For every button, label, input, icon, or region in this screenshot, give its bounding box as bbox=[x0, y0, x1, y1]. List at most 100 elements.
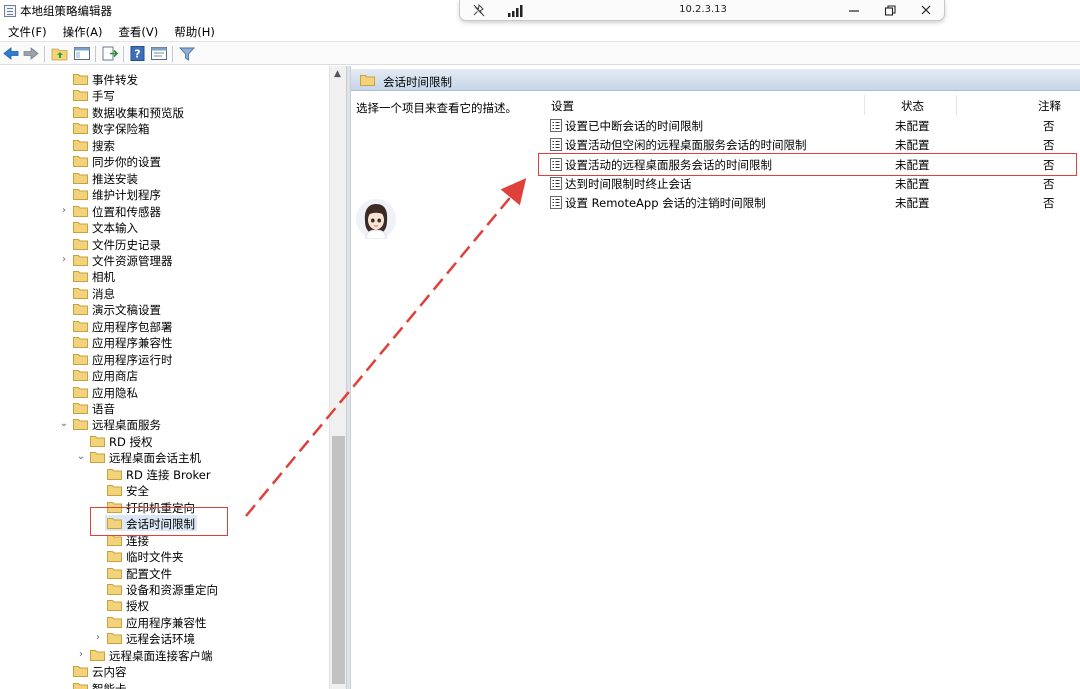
tree-item[interactable]: 授权 bbox=[0, 597, 329, 613]
setting-name: 设置 RemoteApp 会话的注销时间限制 bbox=[565, 196, 766, 211]
tree-item[interactable]: 应用程序兼容性 bbox=[0, 614, 329, 630]
setting-name: 设置活动但空闲的远程桌面服务会话的时间限制 bbox=[565, 138, 807, 153]
scroll-thumb[interactable] bbox=[332, 436, 345, 684]
tree-item[interactable]: 同步你的设置 bbox=[0, 153, 329, 169]
navigation-tree: 事件转发 手写数据收集和预览版 数字保险箱 搜索同步你的设置 推送安装 维护计划程序 › 位置… bbox=[0, 66, 346, 689]
setting-name: 设置已中断会话的时间限制 bbox=[565, 119, 703, 133]
tree-item-label: 远程会话环境 bbox=[126, 632, 195, 647]
folder-icon bbox=[73, 337, 88, 349]
tree-item[interactable]: › 远程会话环境 bbox=[0, 630, 329, 646]
folder-icon bbox=[360, 75, 375, 86]
tree-item[interactable]: 相机 bbox=[0, 268, 329, 284]
tree-item-label: 远程桌面连接客户端 bbox=[109, 648, 213, 663]
tree-item[interactable]: › 文件资源管理器 bbox=[0, 252, 329, 268]
toolbar: ? bbox=[0, 41, 1080, 65]
expand-icon[interactable]: › bbox=[76, 649, 86, 660]
setting-note: 否 bbox=[1043, 138, 1055, 153]
menu-action[interactable]: 操作(A) bbox=[55, 24, 111, 40]
collapse-icon[interactable]: ⌄ bbox=[76, 452, 86, 462]
pin-icon[interactable] bbox=[472, 4, 486, 17]
tree-scrollbar[interactable]: ▲ bbox=[329, 66, 346, 689]
remote-ip-address: 10.2.3.13 bbox=[679, 4, 727, 15]
folder-icon bbox=[73, 189, 88, 201]
setting-row[interactable]: 设置 RemoteApp 会话的注销时间限制 未配置 否 bbox=[537, 193, 1080, 212]
back-icon[interactable] bbox=[2, 45, 20, 62]
tree-item[interactable]: 设备和资源重定向 bbox=[0, 581, 329, 597]
tree-item[interactable]: 消息 bbox=[0, 285, 329, 301]
tree-item[interactable]: 文件历史记录 bbox=[0, 236, 329, 252]
help-icon[interactable]: ? bbox=[129, 45, 147, 62]
folder-icon bbox=[73, 90, 88, 102]
expand-icon[interactable]: › bbox=[93, 633, 103, 643]
up-folder-icon[interactable] bbox=[51, 45, 69, 62]
tree-item[interactable]: 临时文件夹 bbox=[0, 548, 329, 564]
filter-icon[interactable] bbox=[178, 45, 196, 62]
tree-item-label: 数据收集和预览版 bbox=[92, 105, 184, 120]
tree-item[interactable]: 事件转发 bbox=[0, 71, 329, 87]
signal-strength-icon bbox=[508, 5, 523, 17]
tree-item[interactable]: 文本输入 bbox=[0, 219, 329, 235]
tree-item-label: 应用程序兼容性 bbox=[126, 615, 207, 630]
tree-item[interactable]: 云内容 bbox=[0, 663, 329, 679]
expand-icon[interactable]: › bbox=[59, 205, 69, 216]
close-icon[interactable] bbox=[918, 3, 934, 18]
column-header-state[interactable]: 状态 bbox=[901, 98, 924, 114]
tree-item[interactable]: 数据收集和预览版 bbox=[0, 104, 329, 120]
column-header-setting[interactable]: 设置 bbox=[551, 98, 574, 114]
tree-item-label: RD 连接 Broker bbox=[126, 467, 211, 482]
tree-item[interactable]: 手写 bbox=[0, 87, 329, 103]
tree-item[interactable]: 应用商店 bbox=[0, 367, 329, 383]
avatar bbox=[356, 199, 396, 239]
tree-item-label: 应用程序包部署 bbox=[92, 319, 173, 334]
folder-icon bbox=[73, 74, 88, 85]
tree-item[interactable]: 数字保险箱 bbox=[0, 120, 329, 136]
export-list-icon[interactable] bbox=[101, 45, 119, 62]
tree-item[interactable]: 应用程序包部署 bbox=[0, 318, 329, 334]
forward-icon[interactable] bbox=[22, 45, 40, 62]
tree-item[interactable]: 推送安装 bbox=[0, 170, 329, 186]
folder-icon bbox=[73, 287, 88, 299]
tree-item[interactable]: 应用隐私 bbox=[0, 384, 329, 400]
folder-icon bbox=[73, 304, 88, 316]
app-icon bbox=[4, 5, 16, 17]
tree-item[interactable]: 智能卡 bbox=[0, 680, 329, 689]
folder-icon bbox=[107, 551, 122, 563]
tree-item-label: 消息 bbox=[92, 286, 115, 301]
tree-item[interactable]: › 远程桌面连接客户端 bbox=[0, 647, 329, 663]
tree-item[interactable]: ⌄ 远程桌面会话主机 bbox=[0, 449, 329, 465]
properties-icon[interactable] bbox=[150, 45, 168, 62]
tree-item-label: 应用程序运行时 bbox=[92, 352, 173, 367]
collapse-icon[interactable]: ⌄ bbox=[59, 419, 69, 429]
tree-item[interactable]: 配置文件 bbox=[0, 565, 329, 581]
expand-icon[interactable]: › bbox=[59, 254, 69, 265]
setting-row[interactable]: 设置活动但空闲的远程桌面服务会话的时间限制 未配置 否 bbox=[537, 135, 1080, 154]
tree-item-label: 同步你的设置 bbox=[92, 155, 161, 170]
menu-view[interactable]: 查看(V) bbox=[110, 24, 166, 40]
column-header-note[interactable]: 注释 bbox=[1038, 98, 1061, 114]
show-hide-tree-icon[interactable] bbox=[73, 45, 91, 62]
minimize-icon[interactable] bbox=[846, 3, 862, 18]
folder-icon bbox=[73, 666, 88, 678]
tree-item[interactable]: › 位置和传感器 bbox=[0, 203, 329, 219]
menu-help[interactable]: 帮助(H) bbox=[166, 24, 223, 40]
setting-row[interactable]: 设置已中断会话的时间限制 未配置 否 bbox=[537, 116, 1080, 135]
setting-row[interactable]: 达到时间限制时终止会话 未配置 否 bbox=[537, 174, 1080, 193]
tree-item[interactable]: 演示文稿设置 bbox=[0, 301, 329, 317]
tree-item[interactable]: 语音 bbox=[0, 400, 329, 416]
tree-item[interactable]: 应用程序兼容性 bbox=[0, 334, 329, 350]
scroll-up-icon[interactable]: ▲ bbox=[334, 69, 341, 79]
tree-item[interactable]: ⌄ 远程桌面服务 bbox=[0, 416, 329, 432]
tree-item-label: 演示文稿设置 bbox=[92, 303, 161, 318]
menu-file[interactable]: 文件(F) bbox=[0, 24, 55, 40]
tree-item[interactable]: 搜索 bbox=[0, 137, 329, 153]
policy-setting-icon bbox=[550, 119, 562, 132]
tree-item[interactable]: RD 授权 bbox=[0, 433, 329, 449]
tree-item[interactable]: 安全 bbox=[0, 482, 329, 498]
restore-icon[interactable] bbox=[882, 3, 898, 18]
tree-item-label: 文件历史记录 bbox=[92, 237, 161, 252]
tree-item[interactable]: 应用程序运行时 bbox=[0, 351, 329, 367]
tree-item[interactable]: RD 连接 Broker bbox=[0, 466, 329, 482]
menu-bar: 文件(F) 操作(A) 查看(V) 帮助(H) bbox=[0, 22, 1080, 41]
annotation-highlight-tree-item bbox=[90, 507, 228, 536]
tree-item[interactable]: 维护计划程序 bbox=[0, 186, 329, 202]
